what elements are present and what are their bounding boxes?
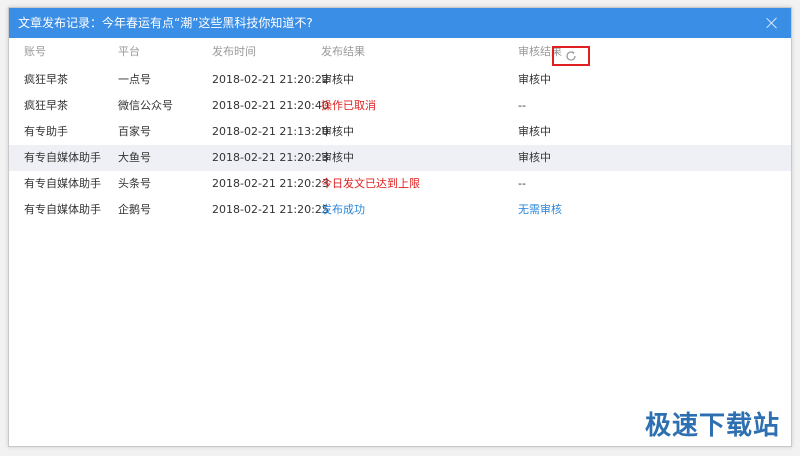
site-watermark: 极速下载站	[644, 411, 780, 441]
cell-platform: 头条号	[118, 177, 151, 190]
cell-result: 今日发文已达到上限	[321, 177, 420, 190]
cell-time: 2018-02-21 21:20:23	[212, 151, 329, 164]
table-row[interactable]: 有专自媒体助手 大鱼号 2018-02-21 21:20:23 审核中 审核中	[9, 145, 791, 171]
cell-review: 审核中	[518, 125, 551, 138]
cell-review: 审核中	[518, 73, 551, 86]
cell-account: 有专助手	[24, 125, 68, 138]
table-row[interactable]: 有专自媒体助手 企鹅号 2018-02-21 21:20:25 发布成功 无需审…	[9, 197, 791, 223]
cell-account: 有专自媒体助手	[24, 177, 101, 190]
publish-record-dialog: 文章发布记录：今年春运有点“潮”这些黑科技你知道不? 账号 平台 发布时间 发布…	[8, 7, 792, 447]
cell-platform: 企鹅号	[118, 203, 151, 216]
cell-result: 审核中	[321, 125, 354, 138]
table-header: 账号 平台 发布时间 发布结果 审核结果	[9, 39, 791, 67]
cell-time: 2018-02-21 21:20:22	[212, 73, 329, 86]
cell-account: 疯狂早茶	[24, 99, 68, 112]
cell-result: 审核中	[321, 73, 354, 86]
dialog-title: 文章发布记录：今年春运有点“潮”这些黑科技你知道不?	[18, 16, 313, 30]
cell-result: 发布成功	[321, 203, 365, 216]
cell-time: 2018-02-21 21:20:40	[212, 99, 329, 112]
cell-platform: 一点号	[118, 73, 151, 86]
cell-account: 有专自媒体助手	[24, 203, 101, 216]
cell-account: 疯狂早茶	[24, 73, 68, 86]
table-row[interactable]: 疯狂早茶 微信公众号 2018-02-21 21:20:40 操作已取消 --	[9, 93, 791, 119]
header-account: 账号	[24, 45, 46, 58]
cell-review: --	[518, 99, 526, 112]
table-row[interactable]: 疯狂早茶 一点号 2018-02-21 21:20:22 审核中 审核中	[9, 67, 791, 93]
cell-review: 审核中	[518, 151, 551, 164]
table-row[interactable]: 有专助手 百家号 2018-02-21 21:13:20 审核中 审核中	[9, 119, 791, 145]
cell-result: 审核中	[321, 151, 354, 164]
cell-review: 无需审核	[518, 203, 562, 216]
close-icon[interactable]	[765, 16, 779, 30]
cell-account: 有专自媒体助手	[24, 151, 101, 164]
cell-platform: 大鱼号	[118, 151, 151, 164]
cell-time: 2018-02-21 21:20:23	[212, 177, 329, 190]
record-table: 账号 平台 发布时间 发布结果 审核结果 疯狂早茶 一点号 2018-02-21…	[9, 39, 791, 223]
cell-review: --	[518, 177, 526, 190]
cell-time: 2018-02-21 21:13:20	[212, 125, 329, 138]
header-platform: 平台	[118, 45, 140, 58]
cell-time: 2018-02-21 21:20:25	[212, 203, 329, 216]
dialog-titlebar: 文章发布记录：今年春运有点“潮”这些黑科技你知道不?	[9, 8, 791, 38]
refresh-button[interactable]	[552, 46, 590, 66]
header-time: 发布时间	[212, 45, 256, 58]
cell-platform: 百家号	[118, 125, 151, 138]
cell-platform: 微信公众号	[118, 99, 173, 112]
header-result: 发布结果	[321, 45, 365, 58]
refresh-icon	[565, 50, 577, 62]
table-row[interactable]: 有专自媒体助手 头条号 2018-02-21 21:20:23 今日发文已达到上…	[9, 171, 791, 197]
cell-result: 操作已取消	[321, 99, 376, 112]
